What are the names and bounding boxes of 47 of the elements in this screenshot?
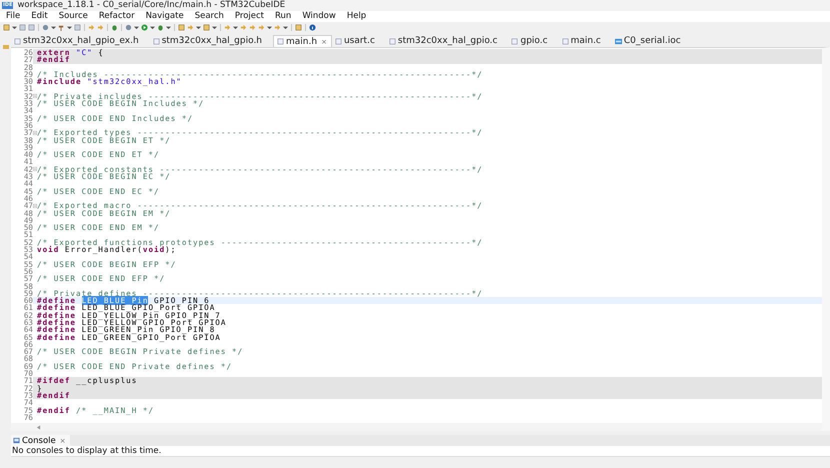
- caret-icon[interactable]: [134, 24, 139, 30]
- menu-item[interactable]: File: [6, 11, 20, 22]
- caret-icon[interactable]: [67, 24, 72, 30]
- editor-tab[interactable]: gpio.c: [508, 35, 559, 47]
- file-icon: [334, 38, 342, 44]
- file-icon: [511, 38, 518, 44]
- collapse-icon[interactable]: [33, 94, 37, 98]
- menu-item[interactable]: Navigate: [146, 11, 184, 22]
- caret-icon[interactable]: [150, 24, 155, 30]
- menu-item[interactable]: Refactor: [98, 11, 135, 22]
- collapse-icon[interactable]: [33, 167, 37, 172]
- editor-tab[interactable]: stm32c0xx_hal_gpio_ex.h: [11, 35, 150, 47]
- file-icon: [562, 38, 569, 44]
- caret-icon[interactable]: [12, 24, 17, 30]
- file-icon: [14, 38, 21, 44]
- config-file-icon: [614, 38, 622, 44]
- editor-tab[interactable]: C0_serial.ioc: [612, 35, 692, 47]
- caret-icon[interactable]: [267, 24, 272, 30]
- editor-tab[interactable]: stm32c0xx_hal_gpio.c: [386, 35, 508, 47]
- collapse-icon[interactable]: [33, 204, 37, 208]
- collapse-icon[interactable]: [33, 130, 37, 135]
- run-icon[interactable]: [141, 24, 148, 30]
- caret-icon[interactable]: [51, 24, 56, 30]
- caret-icon[interactable]: [212, 24, 217, 30]
- menu-item[interactable]: Search: [194, 11, 224, 22]
- editor-tab[interactable]: main.c: [558, 35, 612, 47]
- info-icon[interactable]: [309, 24, 316, 30]
- caret-icon[interactable]: [283, 24, 288, 30]
- hammer-icon[interactable]: [58, 24, 65, 30]
- caret-icon[interactable]: [233, 24, 238, 30]
- menu-item[interactable]: Window: [302, 11, 336, 22]
- console-icon: [13, 437, 20, 444]
- scroll-left-icon[interactable]: [36, 424, 41, 430]
- window-title: workspace_1.18.1 - C0_serial/Core/Inc/main.h - STM32CubeIDE: [17, 0, 286, 11]
- file-icon: [388, 38, 396, 44]
- console-message: No consoles to display at this time.: [11, 446, 830, 458]
- menu-item[interactable]: Source: [58, 11, 88, 22]
- menu-item[interactable]: Help: [346, 11, 366, 22]
- editor-tab[interactable]: stm32c0xx_hal_gpio.h: [150, 35, 274, 47]
- editor-tab[interactable]: usart.c: [332, 35, 386, 47]
- menu-item[interactable]: Project: [234, 11, 264, 22]
- file-icon: [152, 38, 160, 44]
- caret-icon[interactable]: [166, 24, 171, 30]
- menu-item[interactable]: Edit: [31, 11, 48, 22]
- menu-item[interactable]: Run: [275, 11, 292, 22]
- file-icon: [277, 38, 284, 45]
- caret-icon[interactable]: [196, 24, 201, 30]
